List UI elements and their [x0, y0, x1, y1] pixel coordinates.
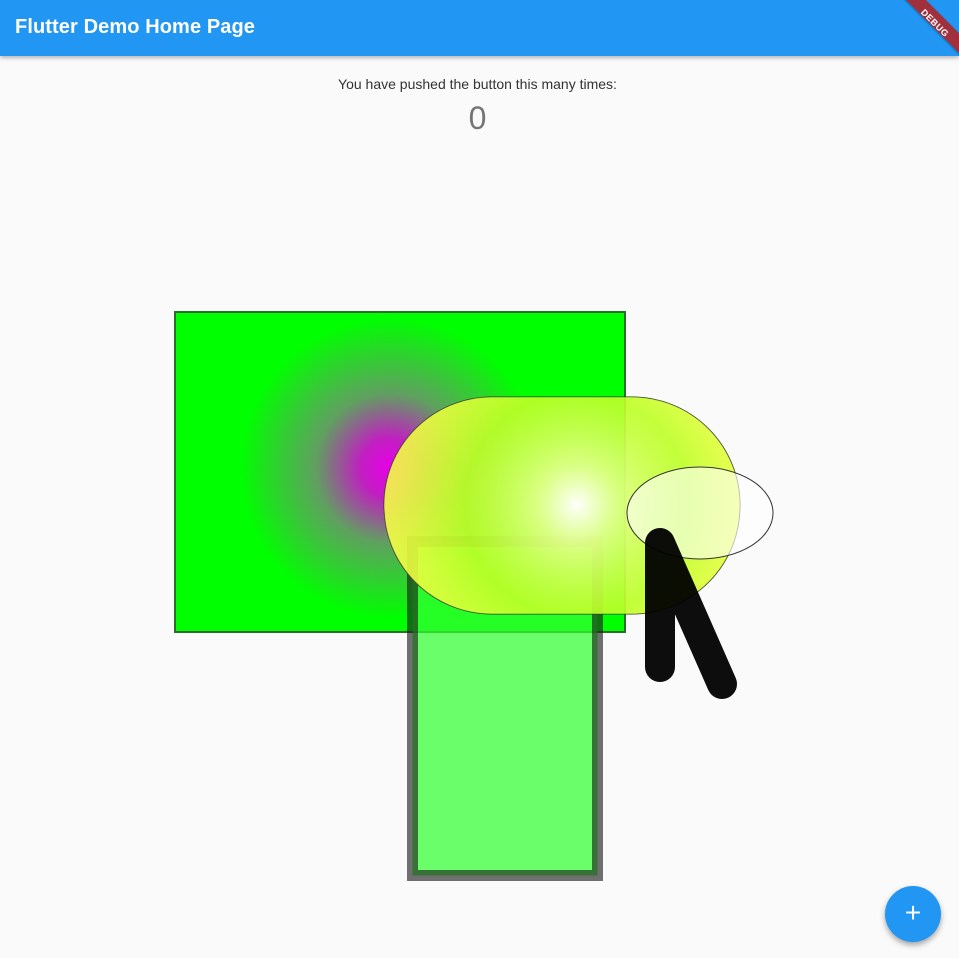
debug-banner: DEBUG [899, 0, 959, 60]
app-bar: Flutter Demo Home Page [0, 0, 959, 56]
custom-paint-canvas [174, 311, 774, 881]
debug-banner-label: DEBUG [918, 7, 951, 40]
increment-fab-button[interactable]: + [885, 886, 941, 942]
debug-banner-strip: DEBUG [899, 0, 959, 60]
plus-icon: + [904, 897, 922, 928]
app-window: Flutter Demo Home Page DEBUG You have pu… [0, 0, 959, 958]
app-bar-title: Flutter Demo Home Page [15, 16, 256, 38]
